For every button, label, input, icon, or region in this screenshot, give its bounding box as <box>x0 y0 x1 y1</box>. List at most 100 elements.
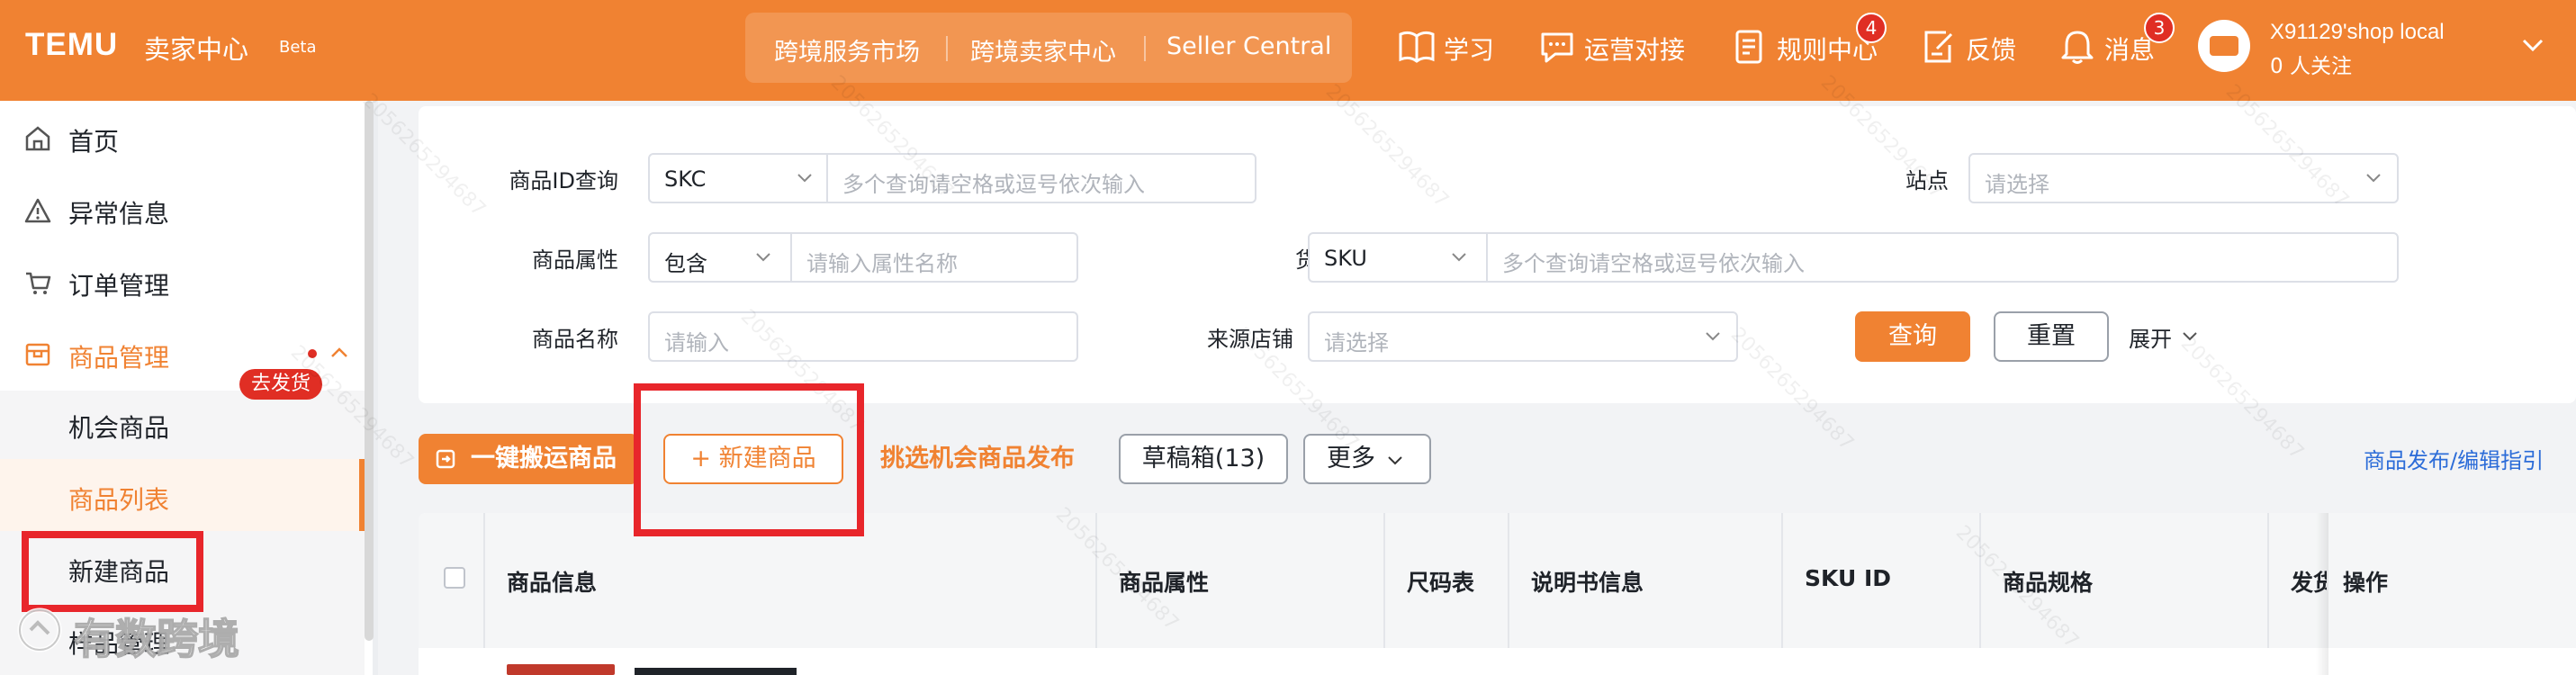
name-label: 商品名称 <box>532 327 618 352</box>
learn-button[interactable]: 学习 <box>1397 29 1496 67</box>
rules-center-button[interactable]: 规则中心 4 <box>1730 13 1887 67</box>
id-query-label: 商品ID查询 <box>509 168 618 194</box>
col-actions: 操作 <box>2343 570 2389 596</box>
messages-badge: 3 <box>2144 13 2175 43</box>
product-table: 商品信息 商品属性 尺码表 说明书信息 SKU ID 商品规格 发货 操作 <box>419 513 2576 675</box>
name-input[interactable]: 请输入 <box>648 311 1078 362</box>
temu-logo[interactable]: TEMU <box>25 27 118 63</box>
sku-type-select[interactable]: SKU <box>1324 246 1367 271</box>
nav-cross-border-seller[interactable]: 跨境卖家中心 <box>970 32 1116 68</box>
chevron-down-icon <box>1388 456 1402 465</box>
brand-logo-icon <box>17 608 62 652</box>
operations-label: 运营对接 <box>1584 35 1686 65</box>
feedback-button[interactable]: 反馈 <box>1919 29 2018 67</box>
sidebar-item-label: 首页 <box>68 127 120 157</box>
name-placeholder: 请输入 <box>664 330 729 356</box>
sidebar-item-orders[interactable]: 订单管理 <box>23 265 329 301</box>
attr-label: 商品属性 <box>532 248 618 273</box>
top-bar: TEMU 卖家中心 Beta 跨境服务市场 跨境卖家中心 Seller Cent… <box>0 0 2576 101</box>
home-icon <box>25 126 50 151</box>
site-placeholder: 请选择 <box>1985 172 2049 197</box>
id-query-field: SKC 多个查询请空格或逗号依次输入 <box>648 153 1256 203</box>
column-divider <box>1508 513 1509 648</box>
source-placeholder: 请选择 <box>1324 330 1389 356</box>
messages-button[interactable]: 消息 3 <box>2058 13 2175 67</box>
filter-panel: 商品ID查询 SKC 多个查询请空格或逗号依次输入 站点 请选择 商品属性 包含… <box>419 106 2576 403</box>
select-opportunity-publish-button[interactable]: 挑选机会商品发布 <box>869 434 1085 484</box>
column-divider <box>2267 513 2269 648</box>
col-product-info: 商品信息 <box>507 570 598 596</box>
field-divider <box>826 155 828 202</box>
shop-name[interactable]: X91129'shop local <box>2270 20 2445 45</box>
highlight-new-product-menu <box>22 531 203 612</box>
nav-seller-central[interactable]: Seller Central <box>1166 32 1331 60</box>
product-title[interactable] <box>635 668 797 675</box>
chevron-down-icon <box>756 253 770 262</box>
move-icon <box>436 449 455 469</box>
nav-divider <box>946 36 948 61</box>
operations-button[interactable]: 运营对接 <box>1537 29 1690 67</box>
id-query-input[interactable]: 多个查询请空格或逗号依次输入 <box>842 166 1145 198</box>
one-click-label: 一键搬运商品 <box>471 445 617 472</box>
chevron-down-icon <box>2366 174 2381 183</box>
sidebar-item-label: 订单管理 <box>68 271 170 301</box>
query-button[interactable]: 查询 <box>1855 311 1970 362</box>
feedback-label: 反馈 <box>1966 35 2017 65</box>
bell-icon <box>2061 31 2094 64</box>
reset-button[interactable]: 重置 <box>1994 311 2109 362</box>
one-click-move-button[interactable]: 一键搬运商品 <box>419 434 638 484</box>
active-item-background <box>0 459 365 531</box>
fixed-column-shadow <box>2316 513 2328 675</box>
drafts-button[interactable]: 草稿箱(13) <box>1119 434 1288 484</box>
id-type-select[interactable]: SKC <box>664 166 706 192</box>
shop-icon <box>2210 36 2238 56</box>
shop-avatar[interactable] <box>2198 20 2250 72</box>
sku-field: SKU 多个查询请空格或逗号依次输入 <box>1308 232 2399 283</box>
col-sku-id: SKU ID <box>1805 565 1891 591</box>
attr-mode-select[interactable]: 包含 <box>664 246 707 277</box>
sidebar-item-label: 商品管理 <box>68 343 170 373</box>
product-thumbnail[interactable] <box>507 664 615 675</box>
nav-divider <box>1144 36 1146 61</box>
attr-input[interactable]: 请输入属性名称 <box>806 246 958 277</box>
column-divider <box>1383 513 1385 648</box>
select-all-checkbox[interactable] <box>444 567 465 589</box>
highlight-new-product-button <box>634 383 864 536</box>
col-size-chart: 尺码表 <box>1407 570 1475 596</box>
brand-name: 有数跨境 <box>73 614 240 664</box>
chevron-down-icon <box>1706 332 1720 341</box>
document-icon <box>1735 30 1762 64</box>
followers-count: 0 人关注 <box>2270 55 2352 78</box>
col-manual-info: 说明书信息 <box>1531 570 1644 596</box>
rules-badge: 4 <box>1856 13 1887 43</box>
field-divider <box>1486 234 1488 281</box>
attr-field: 包含 请输入属性名称 <box>648 232 1078 283</box>
sidebar-item-exceptions[interactable]: 异常信息 <box>23 193 293 229</box>
sidebar-item-label: 异常信息 <box>68 199 170 229</box>
chevron-up-icon[interactable] <box>329 346 349 360</box>
learn-label: 学习 <box>1444 35 1495 65</box>
more-button[interactable]: 更多 <box>1303 434 1431 484</box>
brand-watermark: 有数跨境 <box>14 605 338 664</box>
nav-cross-border-market[interactable]: 跨境服务市场 <box>774 32 920 68</box>
chevron-down-icon <box>797 174 812 183</box>
source-select[interactable]: 请选择 <box>1308 311 1738 362</box>
warning-icon <box>24 198 51 223</box>
sku-input[interactable]: 多个查询请空格或逗号依次输入 <box>1502 246 1805 277</box>
chat-icon <box>1541 32 1573 63</box>
field-divider <box>790 234 792 281</box>
chevron-down-icon[interactable] <box>2520 36 2545 54</box>
seller-center-title: 卖家中心 <box>144 34 249 65</box>
sidebar-item-product-list[interactable]: 商品列表 <box>68 481 169 517</box>
sidebar-item-opportunity[interactable]: 机会商品 <box>68 409 169 445</box>
cart-icon <box>26 272 51 294</box>
sidebar-item-home[interactable]: 首页 <box>23 121 293 157</box>
chevron-down-icon <box>1452 253 1466 262</box>
product-icon <box>25 343 50 366</box>
beta-label: Beta <box>279 38 317 57</box>
top-nav: 跨境服务市场 跨境卖家中心 Seller Central <box>745 13 1352 83</box>
column-divider <box>1781 513 1783 648</box>
book-icon <box>1399 31 1435 63</box>
publish-guide-link[interactable]: 商品发布/编辑指引 <box>2364 443 2544 474</box>
scrollbar-thumb[interactable] <box>365 101 374 641</box>
